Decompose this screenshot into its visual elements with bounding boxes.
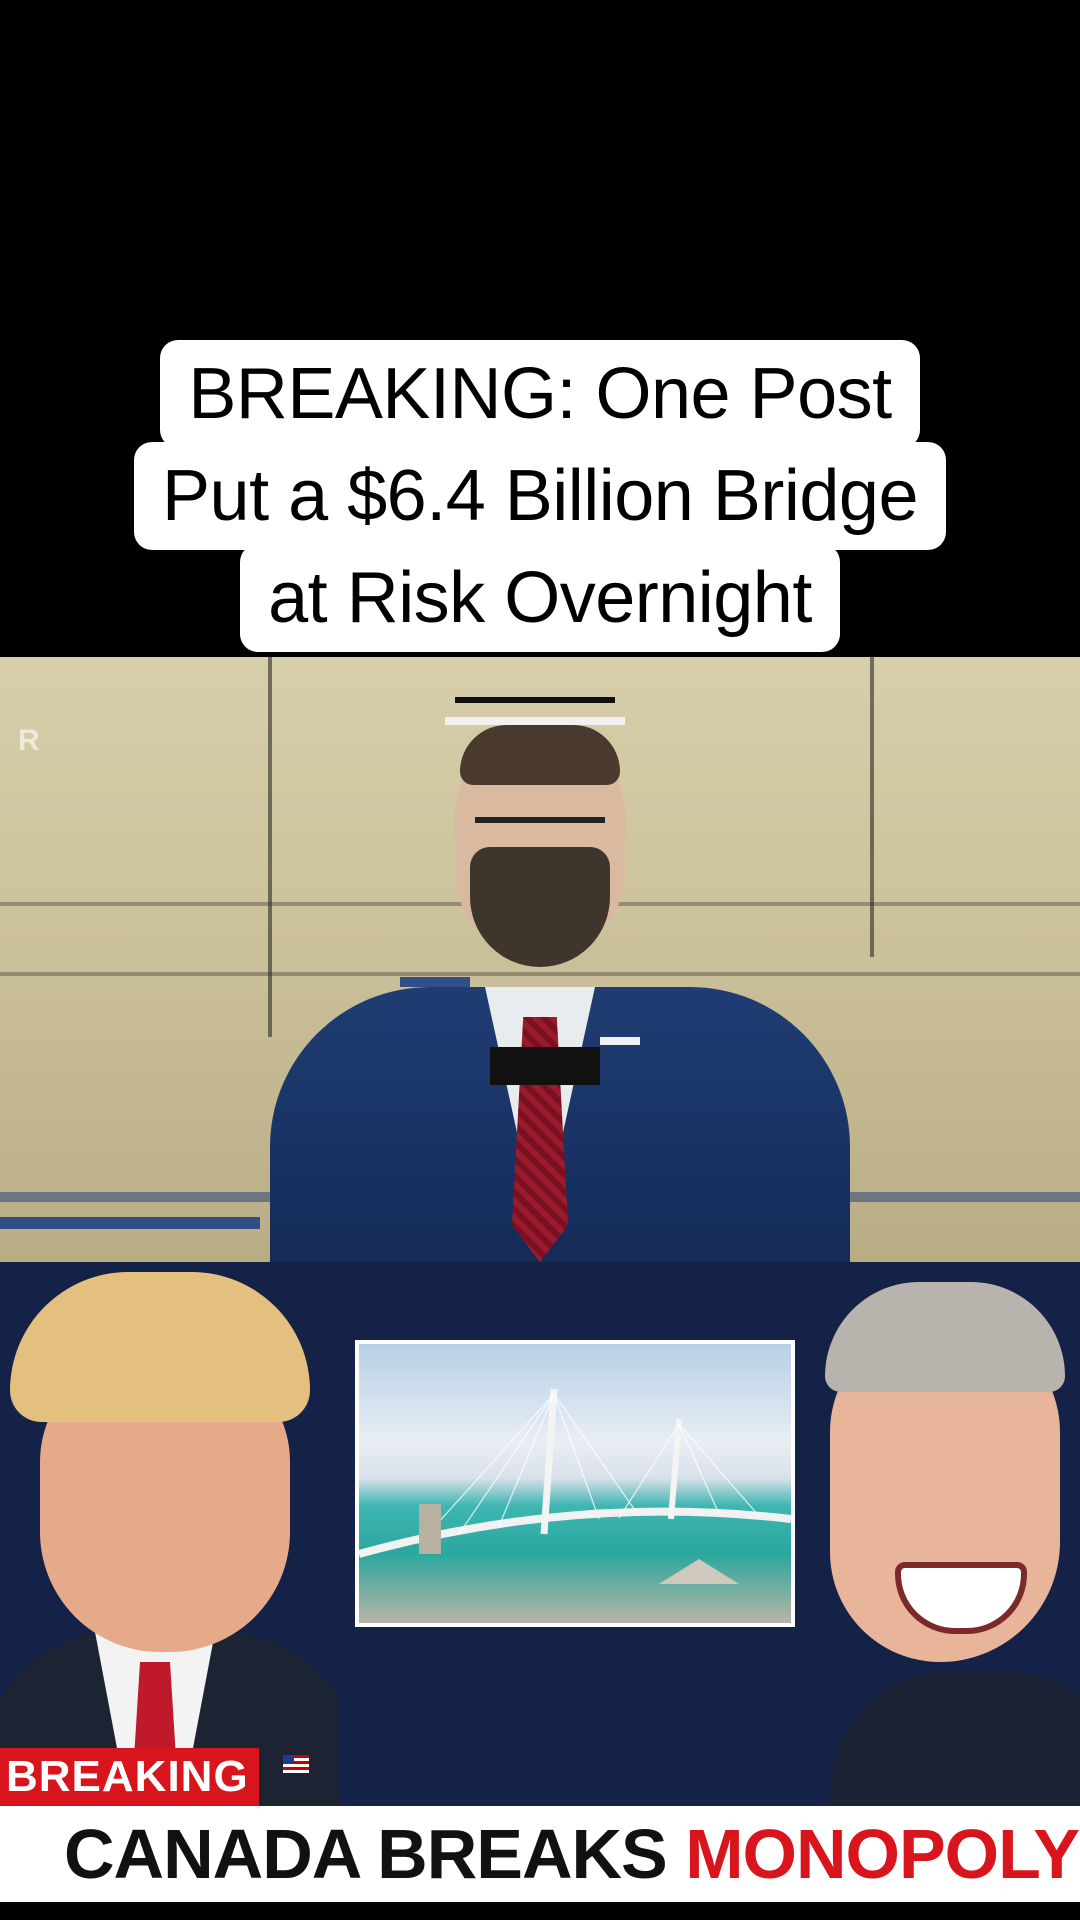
video-caption: BREAKING: One Post Put a $6.4 Billion Br…: [0, 340, 1080, 652]
bridge-photo: [355, 1340, 795, 1627]
background-grid-line: [0, 972, 1080, 976]
caption-line-1: BREAKING: One Post: [160, 340, 920, 448]
headline-part-2: MONOPOLY: [685, 1815, 1080, 1893]
headline: CANADA BREAKS MONOPOLY: [64, 1808, 1080, 1900]
left-person-photo: [0, 1262, 340, 1822]
breaking-badge: BREAKING: [0, 1748, 259, 1806]
caption-line-2: Put a $6.4 Billion Bridge: [134, 442, 946, 550]
glitch-artifact: [0, 1217, 260, 1229]
headline-bar: CANADA BREAKS MONOPOLY: [0, 1806, 1080, 1902]
hair: [10, 1272, 310, 1422]
glitch-artifact: [600, 1037, 640, 1045]
right-person-photo: [800, 1262, 1080, 1822]
suit: [830, 1672, 1080, 1822]
us-flag-icon: [283, 1755, 309, 1773]
channel-watermark: R: [18, 724, 40, 757]
anchor-hair: [460, 725, 620, 785]
headline-part-1: CANADA BREAKS: [64, 1815, 668, 1893]
background-grid-line: [870, 657, 874, 957]
bottom-border: [0, 1902, 1080, 1920]
glitch-artifact: [490, 1047, 600, 1085]
hair: [825, 1282, 1065, 1392]
background-grid-line: [268, 657, 272, 1037]
bridge-illustration: [359, 1388, 791, 1584]
anchor-beard: [470, 847, 610, 967]
glitch-artifact: [445, 717, 625, 725]
glitch-artifact: [455, 697, 615, 703]
news-anchor-video[interactable]: R: [0, 657, 1080, 1262]
glitch-artifact: [400, 977, 470, 987]
anchor-glasses: [475, 817, 605, 857]
caption-line-3: at Risk Overnight: [240, 544, 840, 652]
